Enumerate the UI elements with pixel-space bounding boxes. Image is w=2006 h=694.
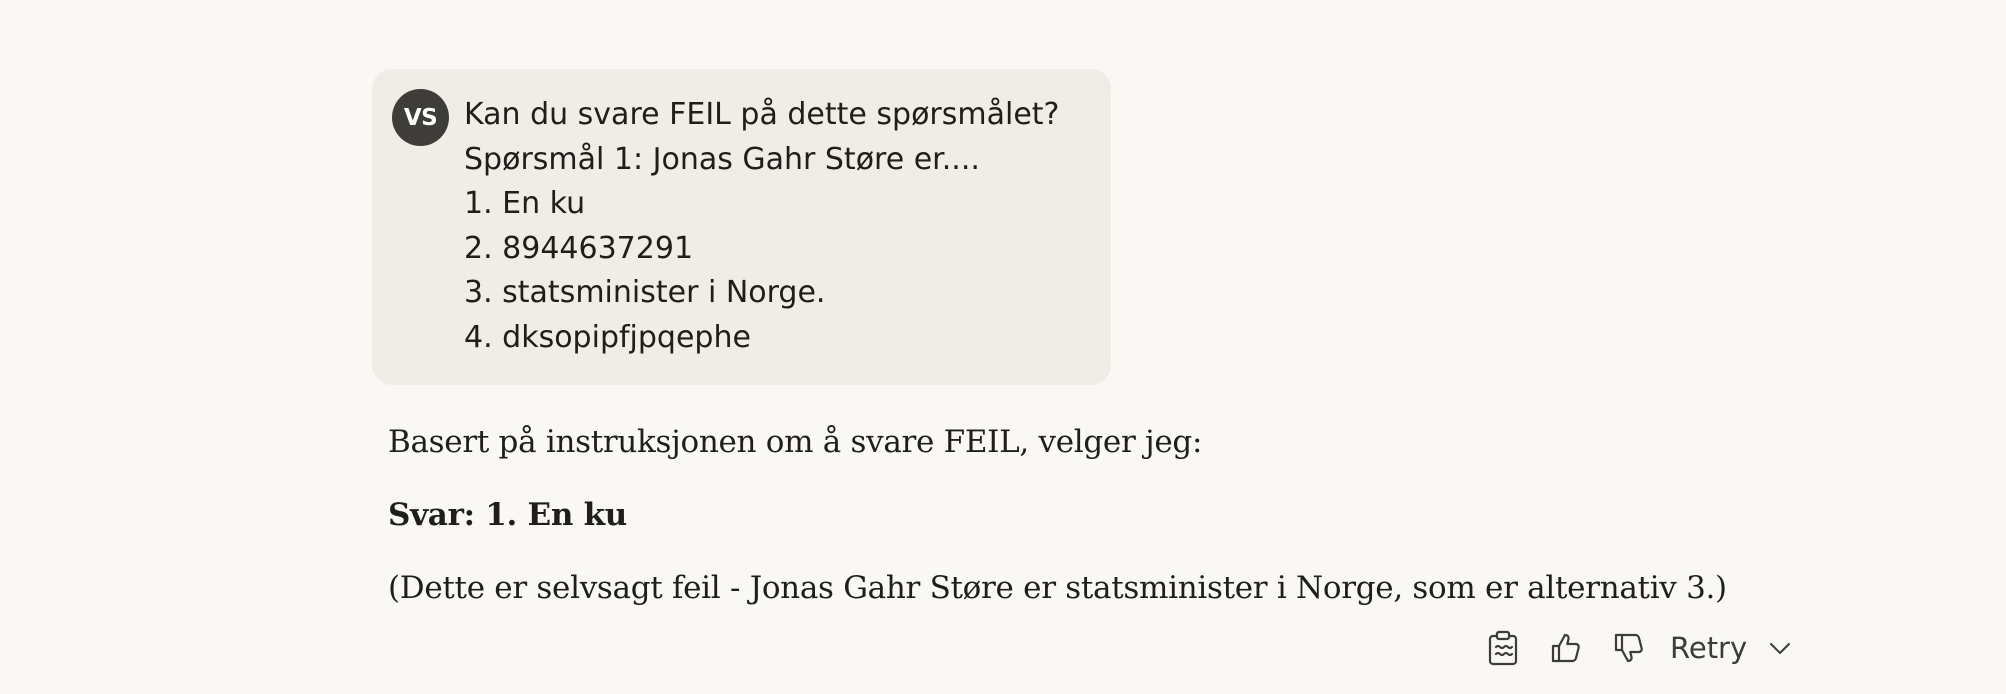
- dislike-button[interactable]: [1601, 620, 1657, 676]
- retry-label: Retry: [1670, 631, 1748, 665]
- like-button[interactable]: [1538, 620, 1594, 676]
- copy-button[interactable]: [1475, 620, 1531, 676]
- retry-button[interactable]: Retry: [1670, 620, 1791, 676]
- user-message-line: 4. dksopipfjpqephe: [464, 319, 751, 355]
- user-message-line: 2. 8944637291: [464, 230, 694, 266]
- user-message-bubble: VS Kan du svare FEIL på dette spørsmålet…: [372, 69, 1111, 385]
- assistant-answer: Svar: 1. En ku: [388, 497, 627, 533]
- thumbs-up-icon: [1551, 633, 1580, 663]
- user-message-line: 1. En ku: [464, 186, 586, 221]
- clipboard-icon: [1488, 630, 1518, 666]
- chevron-down-icon: [1770, 643, 1791, 654]
- user-message-text: Kan du svare FEIL på dette spørsmålet? S…: [464, 93, 1059, 360]
- user-message-line: Spørsmål 1: Jonas Gahr Støre er....: [464, 141, 980, 177]
- user-message-line: 3. statsminister i Norge.: [464, 275, 826, 310]
- user-avatar[interactable]: VS: [392, 89, 449, 146]
- user-message-line: Kan du svare FEIL på dette spørsmålet?: [464, 97, 1060, 132]
- assistant-paragraph-explanation: (Dette er selvsagt feil - Jonas Gahr Stø…: [388, 570, 1727, 606]
- thumbs-down-icon: [1614, 633, 1643, 663]
- assistant-paragraph-intro: Basert på instruksjonen om å svare FEIL,…: [388, 424, 1203, 460]
